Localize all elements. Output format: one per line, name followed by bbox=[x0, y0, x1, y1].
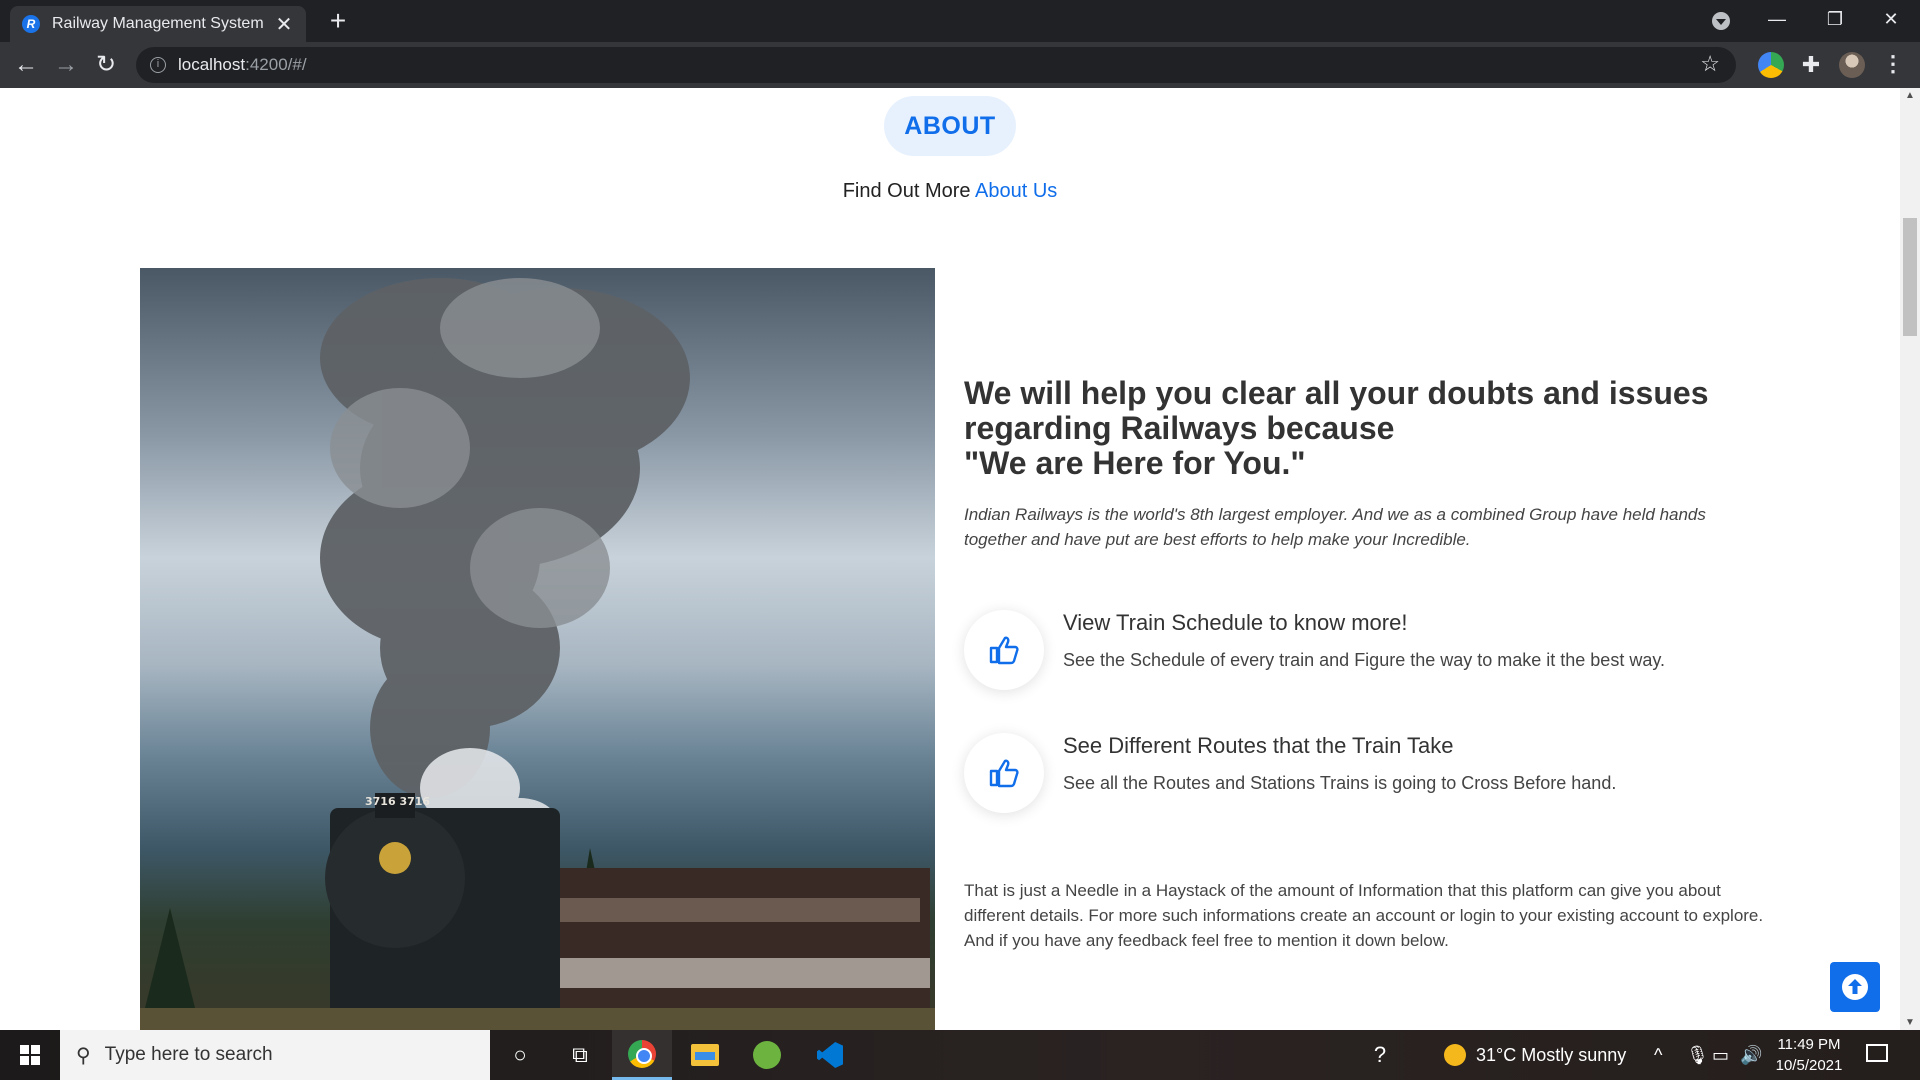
restore-icon[interactable]: ❐ bbox=[1806, 0, 1864, 40]
locomotive-number: 3716 3716 bbox=[365, 795, 430, 808]
chrome-taskbar-icon[interactable] bbox=[612, 1030, 672, 1080]
reload-icon[interactable]: ↻ bbox=[92, 52, 120, 80]
site-info-icon[interactable]: i bbox=[150, 57, 166, 73]
weather-widget[interactable]: 31°C Mostly sunny bbox=[1444, 1030, 1626, 1080]
scroll-down-arrow-icon[interactable]: ▼ bbox=[1900, 1017, 1920, 1028]
feature-train-schedule: View Train Schedule to know more! See th… bbox=[964, 610, 1744, 694]
sun-icon bbox=[1444, 1044, 1466, 1066]
tray-chevron-icon[interactable]: ^ bbox=[1654, 1030, 1662, 1080]
vscode-icon[interactable] bbox=[800, 1030, 860, 1080]
windows-logo-icon bbox=[20, 1045, 40, 1065]
page-scrollbar[interactable]: ▲ ▼ bbox=[1900, 88, 1920, 1030]
feature-title: View Train Schedule to know more! bbox=[1063, 610, 1408, 635]
start-button[interactable] bbox=[0, 1030, 60, 1080]
new-tab-icon[interactable]: + bbox=[324, 6, 352, 36]
address-bar[interactable]: i localhost:4200/#/ ☆ bbox=[136, 47, 1736, 83]
forward-icon[interactable]: → bbox=[52, 52, 80, 80]
minimize-icon[interactable]: — bbox=[1748, 0, 1806, 40]
file-explorer-icon[interactable] bbox=[675, 1030, 735, 1080]
url-host: localhost bbox=[178, 55, 246, 74]
thumbs-up-icon bbox=[964, 733, 1044, 813]
help-icon[interactable]: ? bbox=[1350, 1030, 1410, 1080]
profile-avatar[interactable] bbox=[1839, 52, 1865, 78]
tab-close-icon[interactable]: ✕ bbox=[274, 12, 294, 37]
browser-tab[interactable]: R Railway Management System ✕ bbox=[10, 6, 306, 42]
feature-description: See all the Routes and Stations Trains i… bbox=[1063, 773, 1617, 793]
weather-temperature: 31°C bbox=[1476, 1044, 1517, 1065]
browser-menu-icon[interactable]: ⋮ bbox=[1880, 52, 1906, 78]
steam-train-image: 3716 3716 bbox=[140, 268, 935, 1030]
headline-line-3: "We are Here for You." bbox=[964, 445, 1306, 481]
tab-search-icon[interactable] bbox=[1712, 12, 1730, 30]
back-icon[interactable]: ← bbox=[12, 52, 40, 80]
weather-condition: Mostly sunny bbox=[1521, 1044, 1627, 1065]
find-more-prefix: Find Out More bbox=[842, 180, 975, 202]
extension-icon[interactable] bbox=[1758, 52, 1784, 78]
volume-icon[interactable]: 🔊 bbox=[1740, 1030, 1762, 1080]
steam-train-illustration: 3716 3716 bbox=[140, 278, 935, 1030]
bookmark-star-icon[interactable]: ☆ bbox=[1700, 51, 1720, 77]
find-out-more-text: Find Out More About Us bbox=[0, 180, 1900, 203]
feature-train-routes: See Different Routes that the Train Take… bbox=[964, 733, 1744, 817]
headline-line-1: We will help you clear all your doubts a… bbox=[964, 375, 1709, 411]
page-viewport: ABOUT Find Out More About Us 3716 3716 W… bbox=[0, 88, 1900, 1030]
clock-date: 10/5/2021 bbox=[1775, 1057, 1843, 1074]
about-us-link[interactable]: About Us bbox=[975, 180, 1057, 202]
back-to-top-button[interactable] bbox=[1830, 962, 1880, 1012]
about-closing-text: That is just a Needle in a Haystack of t… bbox=[964, 881, 1764, 950]
headline-line-2: regarding Railways because bbox=[964, 410, 1395, 446]
about-headline: We will help you clear all your doubts a… bbox=[964, 376, 1744, 481]
browser-toolbar: ← → ↻ i localhost:4200/#/ ☆ ✚ ⋮ bbox=[0, 42, 1920, 88]
tab-title: Railway Management System bbox=[52, 15, 264, 32]
extensions-puzzle-icon[interactable]: ✚ bbox=[1798, 52, 1824, 78]
windows-taskbar: ⚲ Type here to search ○ ⧉ ? 31°C Mostly … bbox=[0, 1030, 1920, 1080]
thumbs-up-icon bbox=[964, 610, 1044, 690]
notifications-icon[interactable] bbox=[1866, 1044, 1888, 1062]
railway-favicon-icon: R bbox=[22, 15, 40, 33]
about-section-badge: ABOUT bbox=[884, 96, 1016, 156]
clock-time: 11:49 PM bbox=[1777, 1036, 1841, 1053]
browser-tab-strip: R Railway Management System ✕ + — ❐ ✕ bbox=[0, 0, 1920, 42]
arrow-up-circle-icon bbox=[1842, 974, 1868, 1000]
close-window-icon[interactable]: ✕ bbox=[1862, 0, 1920, 40]
about-intro: Indian Railways is the world's 8th large… bbox=[964, 505, 1706, 549]
microphone-icon[interactable]: 🎙 bbox=[1686, 1030, 1709, 1080]
taskbar-search[interactable]: ⚲ Type here to search bbox=[60, 1030, 490, 1080]
url-path: :4200/#/ bbox=[245, 55, 307, 74]
feature-title: See Different Routes that the Train Take bbox=[1063, 733, 1454, 758]
search-icon: ⚲ bbox=[76, 1044, 91, 1067]
task-view-icon[interactable]: ⧉ bbox=[550, 1030, 610, 1080]
spring-tool-suite-icon[interactable] bbox=[737, 1030, 797, 1080]
taskbar-search-placeholder: Type here to search bbox=[104, 1044, 273, 1065]
system-clock[interactable]: 11:49 PM 10/5/2021 bbox=[1766, 1034, 1852, 1076]
battery-icon[interactable]: ▭ bbox=[1712, 1030, 1729, 1080]
feature-description: See the Schedule of every train and Figu… bbox=[1063, 650, 1665, 670]
scroll-up-arrow-icon[interactable]: ▲ bbox=[1900, 90, 1920, 101]
cortana-icon[interactable]: ○ bbox=[490, 1030, 550, 1080]
scroll-thumb[interactable] bbox=[1903, 218, 1917, 336]
